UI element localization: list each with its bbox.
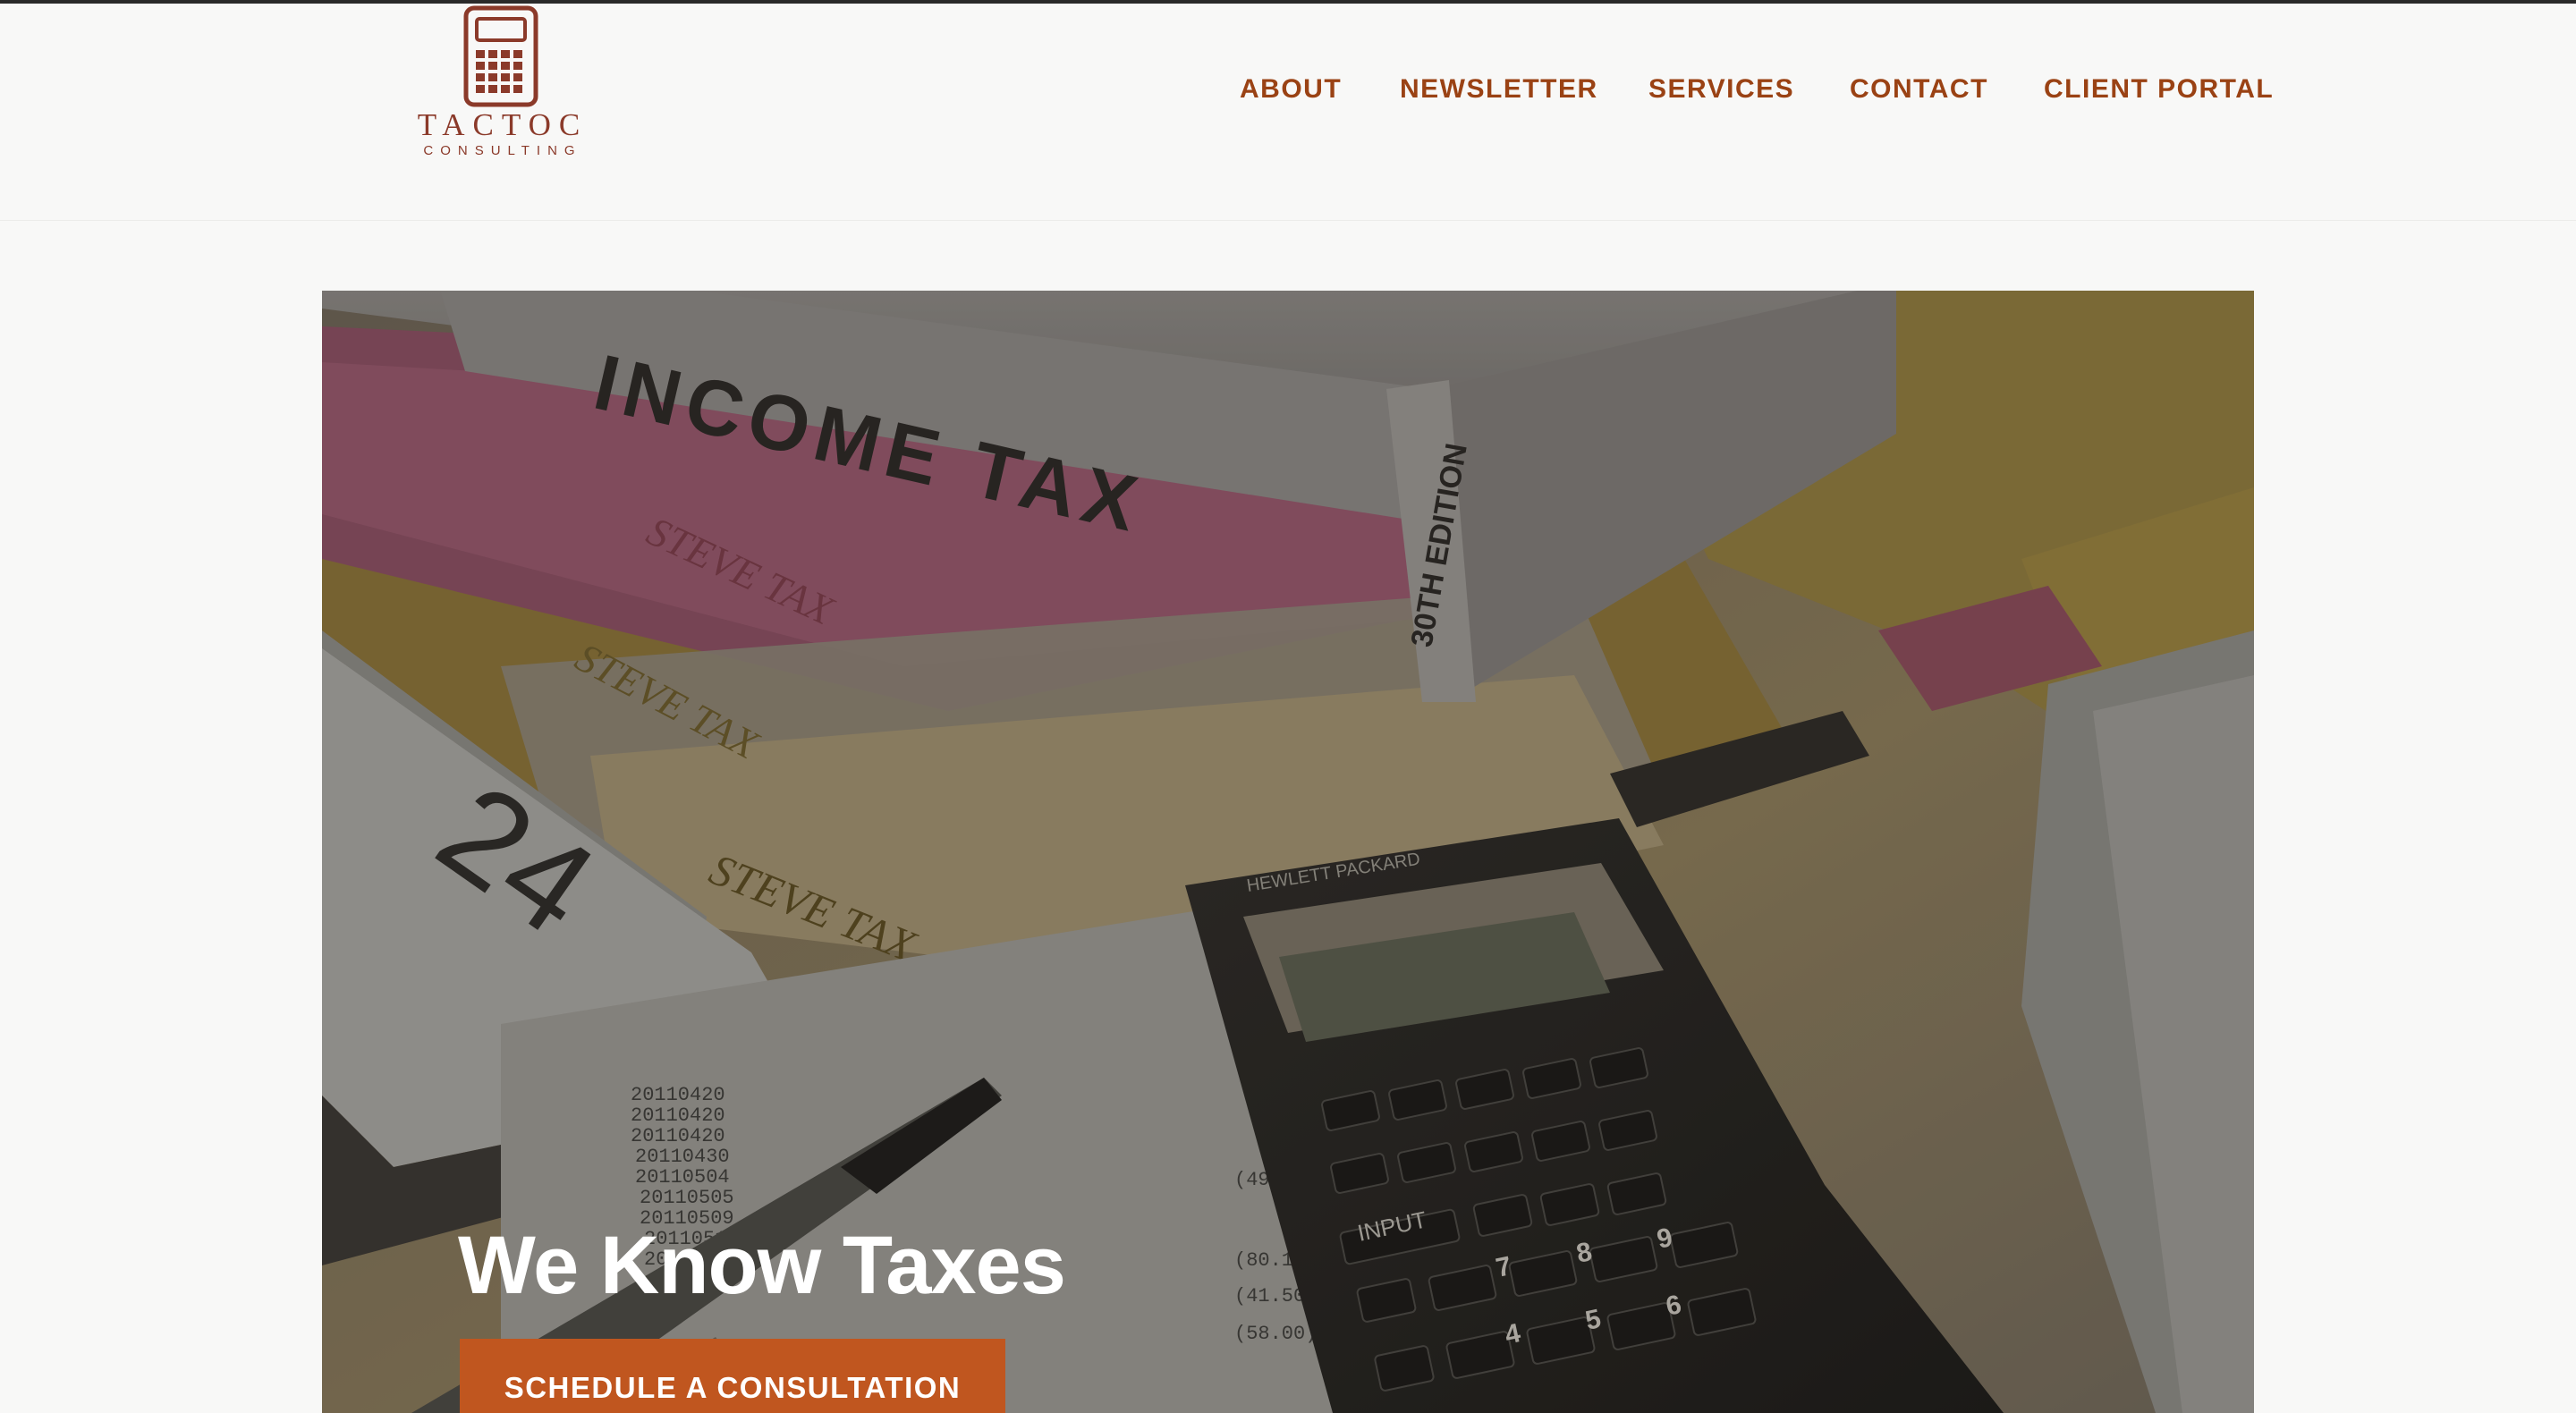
schedule-consultation-button[interactable]: SCHEDULE A CONSULTATION [460, 1339, 1005, 1413]
hero-title: We Know Taxes [458, 1220, 1066, 1311]
site-logo[interactable]: TACTOC CONSULTING [413, 4, 592, 161]
brand-name: TACTOC [417, 107, 589, 142]
hero-banner: INCOME TAX 30TH EDITION STEVE TAX STEVE … [322, 291, 2254, 1413]
nav-client-portal[interactable]: CLIENT PORTAL [2044, 70, 2274, 109]
nav-about[interactable]: ABOUT [1240, 70, 1342, 109]
main-nav: ABOUT NEWSLETTER SERVICES CONTACT CLIENT… [1208, 70, 2273, 109]
site-header: TACTOC CONSULTING ABOUT NEWSLETTER SERVI… [0, 4, 2576, 221]
calculator-icon [463, 5, 538, 107]
nav-contact[interactable]: CONTACT [1850, 70, 1988, 109]
nav-services[interactable]: SERVICES [1648, 70, 1794, 109]
brand-tagline: CONSULTING [423, 143, 582, 158]
nav-newsletter[interactable]: NEWSLETTER [1400, 70, 1598, 109]
